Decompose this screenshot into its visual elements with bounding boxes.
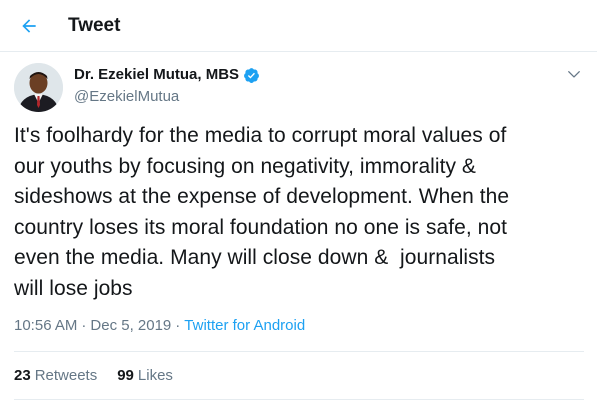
author-name-row[interactable]: Dr. Ezekiel Mutua, MBS <box>74 66 260 84</box>
likes-label: Likes <box>137 367 173 384</box>
tweet-time[interactable]: 10:56 AM <box>14 317 77 334</box>
tweet-stats: 23 Retweets 99 Likes <box>14 367 173 385</box>
tweet-menu-button[interactable] <box>564 64 584 84</box>
avatar-image <box>14 63 63 112</box>
verified-badge-icon <box>244 67 259 83</box>
retweets-count: 23 <box>14 367 31 384</box>
author-name[interactable]: Dr. Ezekiel Mutua, MBS <box>74 66 239 84</box>
top-bar: Tweet <box>0 0 597 52</box>
arrow-left-icon <box>22 19 36 33</box>
avatar[interactable] <box>14 63 63 112</box>
divider <box>14 351 584 352</box>
tweet-meta: 10:56 AM · Dec 5, 2019 · Twitter for Android <box>14 317 305 335</box>
chevron-down-icon <box>568 71 580 78</box>
tweet-date[interactable]: Dec 5, 2019 <box>90 317 171 334</box>
tweet-source-link[interactable]: Twitter for Android <box>184 317 305 334</box>
tweet-text: It's foolhardy for the media to corrupt … <box>14 124 510 300</box>
retweets-stat[interactable]: 23 Retweets <box>14 367 97 384</box>
meta-separator: · <box>81 317 87 334</box>
page-title: Tweet <box>68 15 121 36</box>
author-handle[interactable]: @EzekielMutua <box>74 88 179 106</box>
back-button[interactable] <box>14 12 44 40</box>
likes-stat[interactable]: 99 Likes <box>117 367 173 384</box>
likes-count: 99 <box>117 367 134 384</box>
retweets-label: Retweets <box>34 367 98 384</box>
divider <box>14 399 584 400</box>
meta-separator: · <box>175 317 181 334</box>
